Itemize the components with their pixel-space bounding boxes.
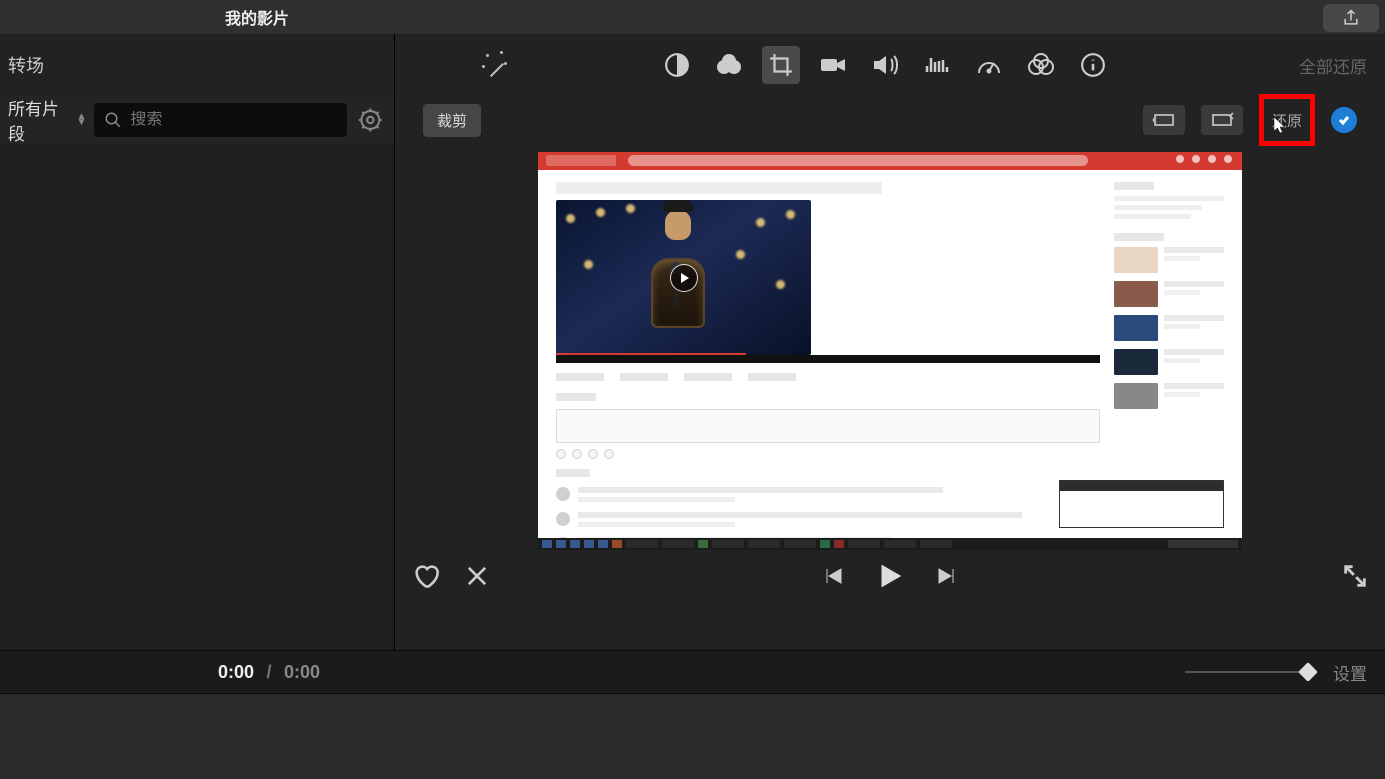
rotate-ccw-button[interactable] <box>1143 105 1185 135</box>
zoom-slider[interactable] <box>1185 671 1315 673</box>
adjust-toolbar: 全部还原 <box>395 34 1385 96</box>
timeline-settings-button[interactable]: 设置 <box>1333 660 1367 685</box>
share-icon <box>1341 8 1361 28</box>
search-input[interactable] <box>130 111 337 129</box>
content-area: 全部还原 裁剪 还原 <box>395 34 1385 650</box>
apply-button[interactable] <box>1331 107 1357 133</box>
search-box[interactable] <box>94 103 347 137</box>
share-button[interactable] <box>1323 4 1379 32</box>
crop-button[interactable] <box>762 46 800 84</box>
preview-float-window <box>1059 480 1224 528</box>
timeline-bar: 0:00 / 0:00 设置 <box>0 650 1385 694</box>
video-preview[interactable] <box>538 152 1242 550</box>
updown-icon: ▲▼ <box>76 114 86 126</box>
prev-button[interactable] <box>821 564 845 593</box>
volume-button[interactable] <box>866 46 904 84</box>
timeline-area[interactable] <box>0 694 1385 779</box>
crop-reset-button[interactable]: 还原 <box>1259 94 1315 146</box>
search-icon <box>104 111 122 129</box>
stabilization-button[interactable] <box>814 46 852 84</box>
gear-icon[interactable] <box>355 104 386 136</box>
sidebar: 转场 所有片段 ▲▼ <box>0 34 395 650</box>
project-title: 我的影片 <box>225 5 289 29</box>
speed-button[interactable] <box>970 46 1008 84</box>
reset-all-button[interactable]: 全部还原 <box>1299 53 1367 78</box>
zoom-thumb[interactable] <box>1298 662 1318 682</box>
favorite-button[interactable] <box>411 562 441 595</box>
rotate-cw-button[interactable] <box>1201 105 1243 135</box>
crop-subtoolbar: 裁剪 还原 <box>395 96 1385 144</box>
play-button[interactable] <box>873 559 907 598</box>
filter-button[interactable] <box>1022 46 1060 84</box>
preview-video-player <box>556 200 811 355</box>
playback-controls <box>395 550 1385 606</box>
crop-mode-label[interactable]: 裁剪 <box>423 104 481 137</box>
magic-wand-button[interactable] <box>482 51 510 79</box>
preview-play-icon <box>670 264 698 292</box>
clip-filter-label: 所有片段 <box>8 95 72 145</box>
sidebar-panel-title: 转场 <box>8 52 44 78</box>
preview-browser-header <box>538 152 1242 170</box>
duration-time: 0:00 <box>284 662 320 682</box>
color-balance-button[interactable] <box>658 46 696 84</box>
title-bar: 我的影片 <box>0 0 1385 34</box>
preview-taskbar <box>538 538 1242 550</box>
current-time: 0:00 <box>218 662 254 682</box>
clip-filter-dropdown[interactable]: 所有片段 ▲▼ <box>8 95 86 145</box>
info-button[interactable] <box>1074 46 1112 84</box>
reject-button[interactable] <box>463 562 491 595</box>
fullscreen-button[interactable] <box>1341 562 1369 595</box>
color-correction-button[interactable] <box>710 46 748 84</box>
noise-reduction-button[interactable] <box>918 46 956 84</box>
next-button[interactable] <box>935 564 959 593</box>
